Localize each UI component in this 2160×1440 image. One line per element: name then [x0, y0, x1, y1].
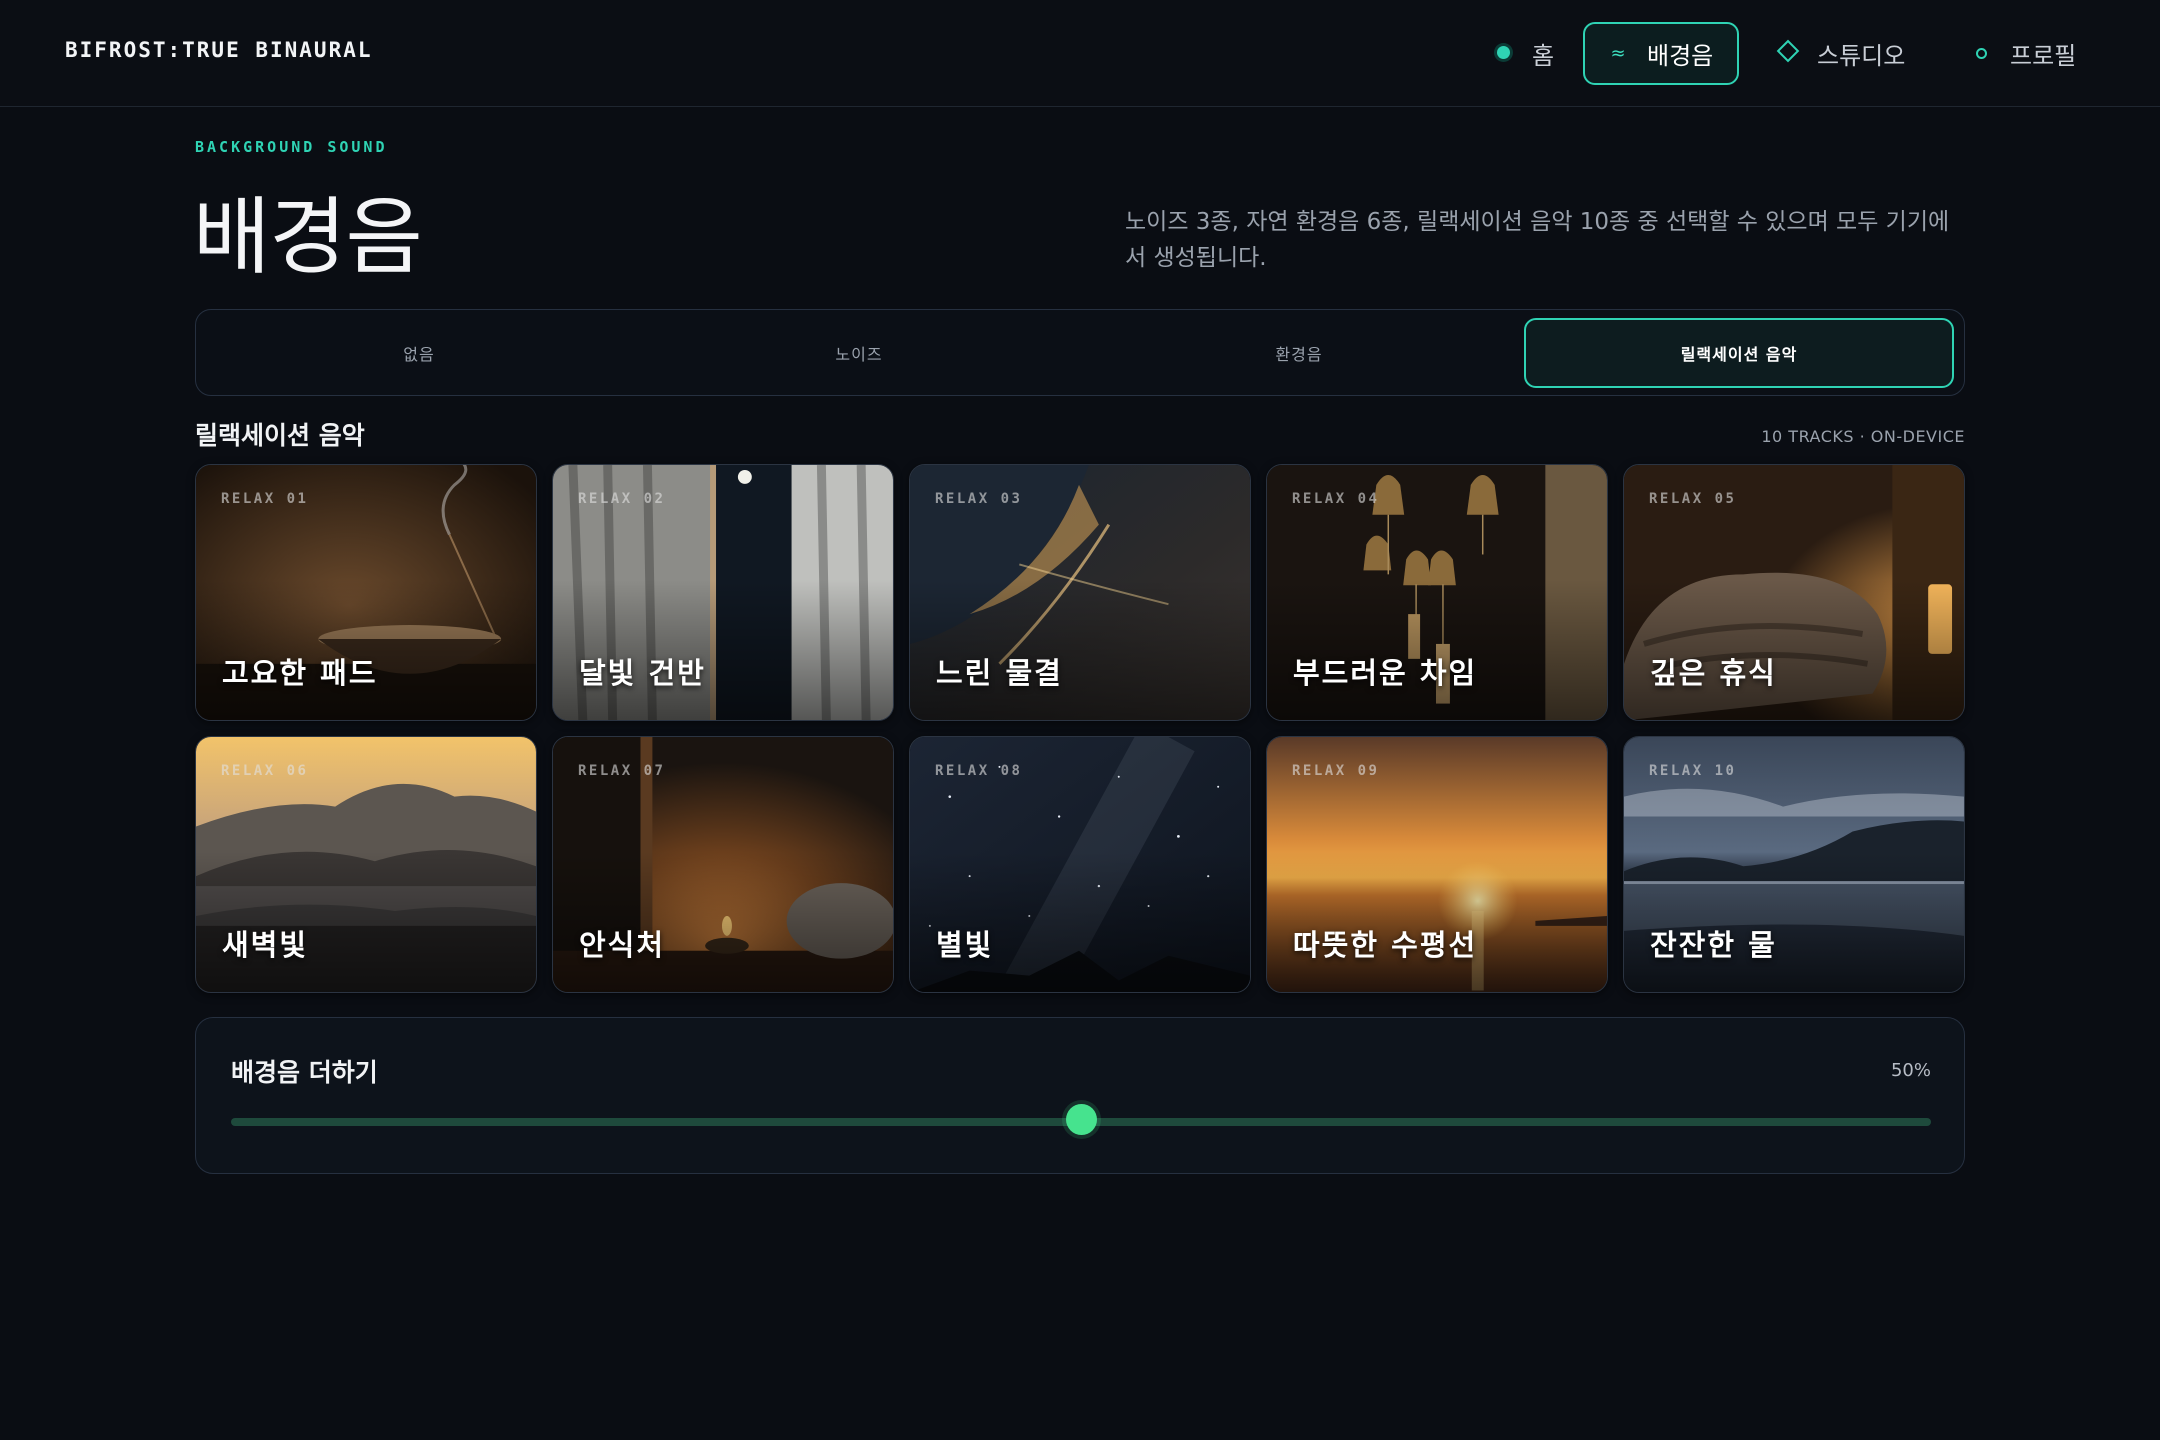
track-card-relax-09[interactable]: RELAX 09 따뜻한 수평선 [1266, 736, 1608, 993]
page-title: 배경음 [193, 188, 423, 286]
tab-noise[interactable]: 노이즈 [644, 318, 1074, 388]
dot-icon [1492, 43, 1514, 64]
track-code: RELAX 10 [1649, 763, 1737, 779]
ring-icon [1970, 43, 1992, 64]
track-name: 별빛 [936, 928, 994, 962]
mix-label: 배경음 더하기 [231, 1058, 378, 1087]
track-code: RELAX 01 [221, 491, 309, 507]
track-name: 잔잔한 물 [1650, 928, 1777, 962]
tab-none[interactable]: 없음 [204, 318, 634, 388]
track-code: RELAX 09 [1292, 763, 1380, 779]
track-code: RELAX 02 [578, 491, 666, 507]
nav-home[interactable]: 홈 [1470, 22, 1576, 85]
mix-slider-thumb[interactable] [1065, 1104, 1097, 1135]
top-navigation: BIFROST:TRUE BINAURAL 홈 ≈ 배경음 스튜디오 프로필 [0, 0, 2160, 107]
track-code: RELAX 04 [1292, 491, 1380, 507]
nav-home-label: 홈 [1532, 42, 1555, 70]
tab-ambient[interactable]: 환경음 [1084, 318, 1514, 388]
mix-value: 50% [1890, 1060, 1931, 1081]
track-name: 고요한 패드 [222, 656, 378, 690]
category-tabs: 없음 노이즈 환경음 릴랙세이션 음악 [195, 309, 1965, 396]
track-code: RELAX 05 [1649, 491, 1737, 507]
track-name: 따뜻한 수평선 [1293, 928, 1478, 962]
section-meta: 10 TRACKS · ON-DEVICE [1761, 427, 1965, 446]
track-card-relax-05[interactable]: RELAX 05 깊은 휴식 [1623, 464, 1965, 721]
track-code: RELAX 03 [935, 491, 1023, 507]
track-name: 새벽빛 [222, 928, 309, 962]
nav-studio-label: 스튜디오 [1817, 42, 1906, 70]
nav-profile-label: 프로필 [2010, 42, 2077, 70]
track-name: 안식처 [579, 928, 666, 962]
nav-studio[interactable]: 스튜디오 [1755, 22, 1927, 85]
diamond-icon [1776, 39, 1800, 64]
track-name: 느린 물결 [936, 656, 1063, 690]
track-card-relax-02[interactable]: RELAX 02 달빛 건반 [552, 464, 894, 721]
track-card-relax-10[interactable]: RELAX 10 잔잔한 물 [1623, 736, 1965, 993]
track-name: 달빛 건반 [579, 656, 706, 690]
nav-background-sound[interactable]: ≈ 배경음 [1583, 22, 1739, 85]
track-card-relax-08[interactable]: RELAX 08 별빛 [909, 736, 1251, 993]
tab-relaxation-music[interactable]: 릴랙세이션 음악 [1524, 318, 1954, 388]
app-brand[interactable]: BIFROST:TRUE BINAURAL [65, 38, 373, 62]
track-code: RELAX 06 [221, 763, 309, 779]
background-mix-panel: 배경음 더하기 50% [195, 1017, 1965, 1174]
track-card-relax-03[interactable]: RELAX 03 느린 물결 [909, 464, 1251, 721]
track-card-relax-04[interactable]: RELAX 04 부드러운 차임 [1266, 464, 1608, 721]
track-card-relax-07[interactable]: RELAX 07 안식처 [552, 736, 894, 993]
track-card-relax-06[interactable]: RELAX 06 새벽빛 [195, 736, 537, 993]
section-title: 릴랙세이션 음악 [195, 421, 365, 450]
track-name: 부드러운 차임 [1293, 656, 1478, 690]
nav-background-sound-label: 배경음 [1647, 42, 1714, 70]
track-card-relax-01[interactable]: RELAX 01 고요한 패드 [195, 464, 537, 721]
wave-icon: ≈ [1610, 43, 1626, 64]
nav-profile[interactable]: 프로필 [1948, 22, 2098, 85]
track-code: RELAX 08 [935, 763, 1023, 779]
track-name: 깊은 휴식 [1650, 656, 1777, 690]
page-description: 노이즈 3종, 자연 환경음 6종, 릴랙세이션 음악 10종 중 선택할 수 … [1125, 209, 1950, 271]
page-eyebrow: BACKGROUND SOUND [195, 138, 388, 156]
track-code: RELAX 07 [578, 763, 666, 779]
